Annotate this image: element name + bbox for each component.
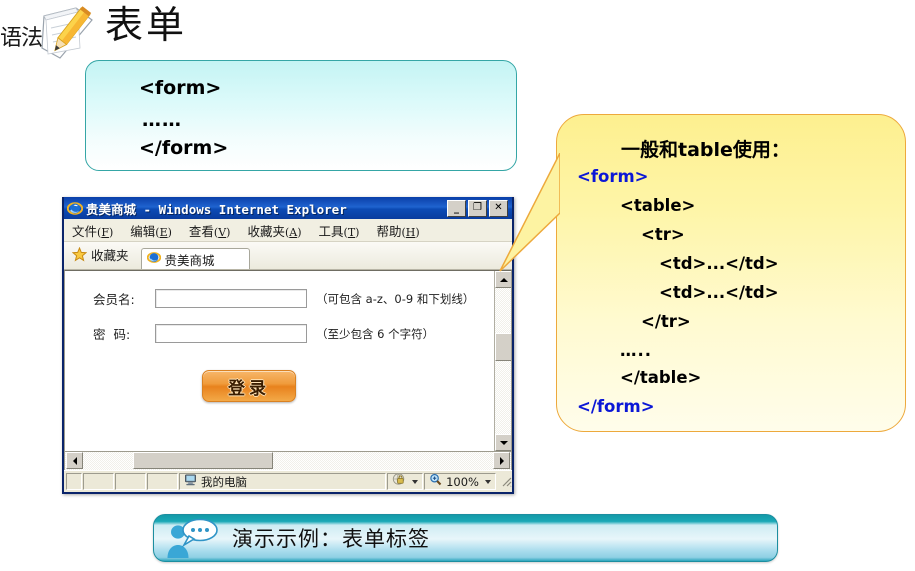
menu-label-file: 文件 [72, 223, 98, 239]
username-input[interactable] [155, 289, 307, 308]
internet-explorer-icon [66, 200, 84, 216]
status-cell-4 [147, 473, 178, 490]
menu-label-edit: 编辑 [130, 223, 156, 239]
menu-accel-edit: E [159, 225, 168, 239]
magnifier-icon [429, 473, 442, 491]
security-zone-indicator[interactable] [387, 472, 424, 491]
scroll-left-button[interactable] [66, 452, 83, 469]
chevron-right-icon [499, 456, 504, 465]
form-row-username: 会员名: （可包含 a-z、0-9 和下划线） [93, 289, 474, 308]
browser-title-en: - Windows Internet Explorer [136, 201, 347, 217]
menu-label-tools: 工具 [318, 223, 344, 239]
browser-viewport: 会员名: （可包含 a-z、0-9 和下划线） 密 码: （至少包含 6 个字符… [64, 270, 512, 452]
callout-line-ellipsis: ….. [620, 341, 653, 360]
browser-tab[interactable]: 贵美商城 [140, 248, 250, 269]
callout-line-form-close: </form> [577, 397, 655, 416]
notepad-pencil-icon [34, 4, 100, 62]
horizontal-scrollbar[interactable] [64, 452, 512, 470]
menu-item-favorites[interactable]: 收藏夹(A) [247, 221, 301, 240]
username-label: 会员名: [93, 292, 135, 307]
code-line-form-close: </form> [139, 137, 229, 159]
browser-favorites-bar: 收藏夹 贵美商城 [64, 242, 512, 270]
status-zone-pane[interactable]: 我的电脑 [179, 473, 387, 491]
password-label: 密 码: [93, 327, 131, 342]
login-form: 会员名: （可包含 a-z、0-9 和下划线） 密 码: （至少包含 6 个字符… [65, 271, 493, 451]
browser-titlebar: 贵美商城 - Windows Internet Explorer _ ❐ ✕ [64, 197, 512, 219]
status-cell-2 [83, 473, 114, 490]
tab-favicon [146, 250, 161, 269]
username-hint: （可包含 a-z、0-9 和下划线） [316, 291, 475, 306]
callout-line-table-open: <table> [620, 196, 696, 215]
callout-line-tr-close: </tr> [641, 312, 691, 331]
menu-item-tools[interactable]: 工具(T) [319, 221, 360, 240]
form-row-password: 密 码: （至少包含 6 个字符） [93, 324, 434, 343]
zoom-caret-icon[interactable] [485, 479, 491, 484]
chevron-down-icon [499, 440, 508, 445]
heading-badge-label: 语法 [0, 26, 43, 51]
login-button-label: 登录 [228, 378, 270, 399]
callout-line-td-1: <td>...</td> [659, 254, 779, 273]
callout-line-form-open: <form> [577, 167, 649, 186]
password-input[interactable] [155, 324, 307, 343]
resize-grip[interactable] [498, 473, 512, 490]
security-zone-caret-icon[interactable] [412, 479, 419, 484]
status-zone-text: 我的电脑 [201, 474, 247, 489]
callout-line-table-close: </table> [620, 368, 702, 387]
menu-item-view[interactable]: 查看(V) [189, 221, 231, 240]
login-button[interactable]: 登录 [202, 370, 296, 402]
minimize-icon: _ [454, 202, 459, 214]
menu-label-view: 查看 [188, 223, 214, 239]
demo-banner: 演示示例：表单标签 [153, 514, 778, 562]
code-line-ellipsis: …… [142, 109, 182, 131]
status-cell-1 [66, 473, 82, 490]
syntax-code-box: <form> …… </form> [85, 60, 517, 171]
browser-window: 贵美商城 - Windows Internet Explorer _ ❐ ✕ 文… [62, 197, 514, 494]
callout-pointer-tail [498, 152, 561, 281]
vertical-scroll-thumb[interactable] [495, 333, 511, 361]
scroll-down-button[interactable] [495, 434, 511, 451]
minimize-button[interactable]: _ [447, 199, 466, 217]
callout-bubble: 一般和table使用： <form> <table> <tr> <td>...<… [556, 114, 906, 432]
browser-title-cn: 贵美商城 [86, 201, 137, 217]
browser-statusbar: 我的电脑 100% [64, 470, 512, 492]
security-lock-icon [392, 472, 406, 491]
callout-line-tr-open: <tr> [641, 225, 685, 244]
favorites-label: 收藏夹 [91, 248, 129, 263]
menu-label-help: 帮助 [376, 223, 402, 239]
status-cell-3 [115, 473, 146, 490]
menu-item-help[interactable]: 帮助(H) [376, 221, 419, 240]
page-title: 表单 [105, 3, 188, 47]
vertical-scrollbar[interactable] [494, 271, 511, 451]
tab-title: 贵美商城 [164, 252, 215, 268]
menu-accel-tools: T [347, 225, 356, 239]
code-line-form-open: <form> [139, 77, 222, 99]
menu-accel-file: F [101, 225, 109, 239]
menu-item-edit[interactable]: 编辑(E) [130, 221, 172, 240]
menu-accel-view: V [218, 225, 227, 239]
menu-accel-help: H [405, 225, 416, 239]
menu-label-favorites: 收藏夹 [247, 223, 285, 239]
chevron-left-icon [72, 456, 77, 465]
menu-accel-favorites: A [289, 225, 298, 239]
callout-line-td-2: <td>...</td> [659, 283, 779, 302]
my-computer-icon [184, 473, 197, 491]
person-speech-bubble-icon [164, 518, 222, 558]
horizontal-scroll-thumb[interactable] [133, 452, 273, 469]
maximize-button[interactable]: ❐ [468, 199, 487, 217]
zoom-indicator[interactable]: 100% [424, 473, 496, 490]
callout-heading: 一般和table使用： [621, 139, 790, 161]
browser-title: 贵美商城 - Windows Internet Explorer [86, 199, 447, 218]
menu-item-file[interactable]: 文件(F) [72, 221, 113, 240]
zoom-level-text: 100% [446, 474, 479, 489]
password-hint: （至少包含 6 个字符） [316, 326, 435, 341]
favorites-button[interactable]: 收藏夹 [71, 245, 129, 269]
scroll-right-button[interactable] [493, 452, 510, 469]
slide-heading: 语法 表单 [0, 2, 420, 64]
star-icon [71, 246, 88, 262]
browser-menubar: 文件(F) 编辑(E) 查看(V) 收藏夹(A) 工具(T) 帮助(H) [64, 219, 512, 242]
maximize-icon: ❐ [473, 201, 482, 213]
demo-banner-text: 演示示例：表单标签 [232, 527, 430, 551]
